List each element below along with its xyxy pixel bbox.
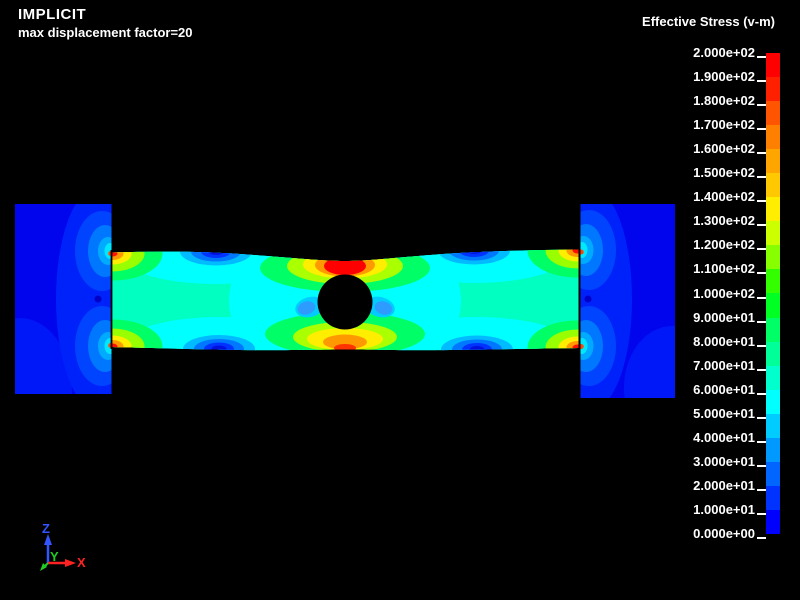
viewer-window: Z X Y IMPLICIT max displacement factor=2… [0,0,800,600]
fringe-color-segment [766,221,780,245]
fringe-color-segment [766,510,780,534]
legend-tick-mark [757,465,766,467]
x-axis-arrow [65,559,76,567]
x-axis-label: X [77,555,86,570]
legend-value-label: 1.300e+02 [693,213,755,229]
y-axis-label: Y [50,549,59,564]
legend-value-label: 1.600e+02 [693,141,755,157]
legend-value-label: 9.000e+01 [693,310,755,326]
legend-value-label: 2.000e+01 [693,478,755,494]
legend-tick-mark [757,104,766,106]
legend-value-label: 4.000e+01 [693,430,755,446]
legend-tick-mark [757,417,766,419]
fringe-color-segment [766,342,780,366]
fringe-color-segment [766,293,780,317]
legend-value-label: 8.000e+01 [693,334,755,350]
legend-tick-mark [757,369,766,371]
legend-value-label: 1.800e+02 [693,93,755,109]
specimen-hole [318,275,373,330]
legend-value-label: 1.000e+01 [693,502,755,518]
analysis-title: IMPLICIT [18,6,193,23]
legend-tick-mark [757,537,766,539]
legend-tick-mark [757,56,766,58]
fringe-color-segment [766,414,780,438]
legend-value-label: 1.400e+02 [693,189,755,205]
legend-value-label: 2.000e+02 [693,45,755,61]
fringe-color-segment [766,269,780,293]
legend-tick-mark [757,224,766,226]
fringe-color-segment [766,173,780,197]
fringe-color-segment [766,101,780,125]
viewport-3d[interactable]: Z X Y [0,0,800,600]
legend-tick-mark [757,248,766,250]
left-contact-line [111,250,113,349]
legend-tick-mark [757,393,766,395]
fringe-color-segment [766,125,780,149]
fringe-color-segment [766,53,780,77]
fringe-color-segment [766,438,780,462]
fringe-colorbar [766,53,780,534]
legend-value-label: 1.500e+02 [693,165,755,181]
legend-value-label: 1.700e+02 [693,117,755,133]
axis-triad: Z X Y [40,521,86,571]
displacement-factor-note: max displacement factor=20 [18,25,193,40]
legend-value-label: 7.000e+01 [693,358,755,374]
right-contact-line [579,248,581,349]
legend-tick-mark [757,489,766,491]
legend-tick-mark [757,297,766,299]
legend-value-label: 1.000e+02 [693,286,755,302]
legend-title: Effective Stress (v-m) [642,14,775,29]
fringe-color-segment [766,197,780,221]
fringe-color-segment [766,318,780,342]
fringe-color-segment [766,486,780,510]
legend-tick-mark [757,321,766,323]
legend-value-label: 1.900e+02 [693,69,755,85]
fringe-color-segment [766,149,780,173]
legend-value-label: 6.000e+01 [693,382,755,398]
fringe-color-segment [766,390,780,414]
fringe-color-segment [766,245,780,269]
fringe-color-segment [766,366,780,390]
legend-tick-mark [757,152,766,154]
legend-value-label: 3.000e+01 [693,454,755,470]
z-axis-label: Z [42,521,50,536]
legend-tick-mark [757,441,766,443]
legend-value-label: 1.100e+02 [693,261,755,277]
legend-tick-mark [757,513,766,515]
legend-tick-mark [757,345,766,347]
fringe-color-segment [766,77,780,101]
legend-tick-mark [757,272,766,274]
legend-tick-mark [757,200,766,202]
fringe-color-segment [766,462,780,486]
header: IMPLICIT max displacement factor=20 [18,6,193,40]
legend-value-label: 1.200e+02 [693,237,755,253]
legend-tick-mark [757,128,766,130]
legend-value-label: 0.000e+00 [693,526,755,542]
legend-tick-mark [757,80,766,82]
legend-tick-mark [757,176,766,178]
legend-value-label: 5.000e+01 [693,406,755,422]
